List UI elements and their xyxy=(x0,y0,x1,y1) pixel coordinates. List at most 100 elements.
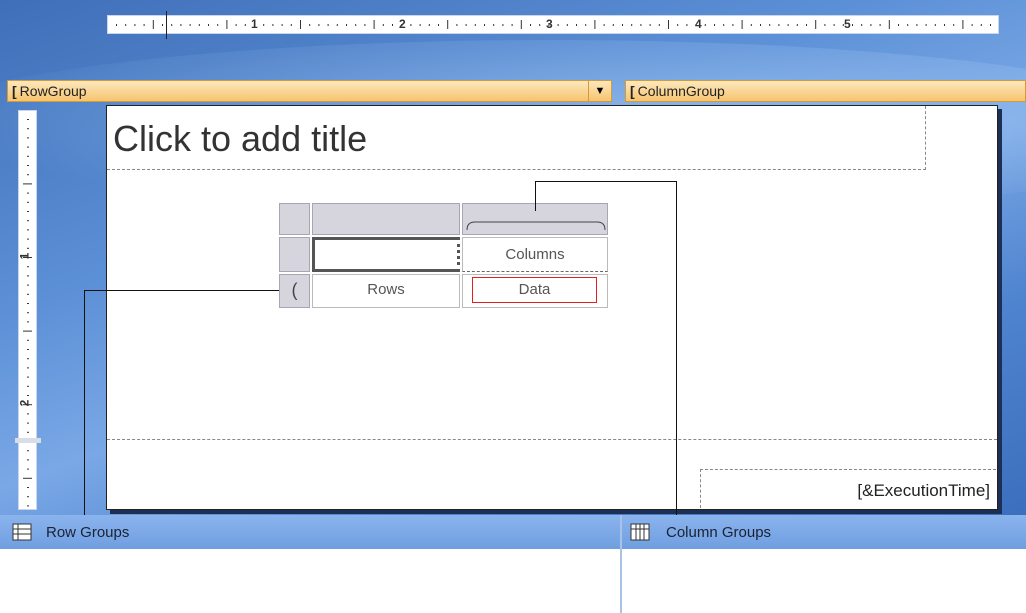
ruler-tick xyxy=(23,477,32,479)
ruler-tick xyxy=(318,24,320,26)
ruler-tick xyxy=(263,24,265,26)
ruler-number-4: 4 xyxy=(695,17,702,31)
ruler-tick xyxy=(474,24,476,26)
ruler-tick xyxy=(27,146,29,148)
grouping-pane: Row Groups Column Groups xyxy=(0,515,1026,613)
columns-cell[interactable]: Columns xyxy=(462,237,608,272)
ruler-tick xyxy=(520,20,522,29)
ruler-tick xyxy=(27,395,29,396)
row-group-connector-h xyxy=(84,290,279,291)
ruler-tick xyxy=(934,24,936,26)
ruler-tick xyxy=(428,24,430,26)
column-groups-title: Column Groups xyxy=(666,524,772,541)
ruler-tick xyxy=(27,174,29,176)
ruler-tick xyxy=(281,24,283,26)
ruler-tick xyxy=(27,496,29,498)
ruler-tick xyxy=(235,24,237,26)
ruler-tick xyxy=(171,24,173,26)
ruler-tick xyxy=(723,24,725,26)
ruler-tick xyxy=(778,24,780,26)
title-textbox[interactable]: Click to add title xyxy=(107,106,926,170)
ruler-tick xyxy=(125,24,127,26)
group-bracket-icon: [ xyxy=(630,83,635,99)
matrix-corner-cell[interactable] xyxy=(312,237,460,272)
row-handle[interactable] xyxy=(279,237,310,272)
ruler-tick xyxy=(189,24,191,26)
ruler-tick xyxy=(23,183,32,185)
ruler-tick xyxy=(677,24,679,26)
row-group-bracket-icon[interactable]: ( xyxy=(279,274,310,308)
column-group-item[interactable]: [ColumnGroup xyxy=(625,80,1026,102)
ruler-tick xyxy=(27,367,29,369)
ruler-tick xyxy=(27,303,29,304)
data-cell[interactable]: Data xyxy=(462,274,608,308)
column-group-connector-h xyxy=(535,181,677,182)
ruler-tick xyxy=(585,24,587,26)
pane-divider[interactable] xyxy=(620,515,622,613)
ruler-tick xyxy=(419,24,421,26)
matrix-corner-handle[interactable] xyxy=(279,203,310,235)
column-group-name: ColumnGroup xyxy=(637,83,725,99)
ruler-tick xyxy=(198,24,200,26)
report-page[interactable]: Click to add title ( Columns Rows Data [… xyxy=(106,105,998,510)
column-handle[interactable] xyxy=(312,203,460,235)
ruler-tick xyxy=(741,20,743,29)
ruler-tick xyxy=(300,20,301,29)
ruler-tick xyxy=(27,487,29,488)
ruler-tick xyxy=(824,24,826,26)
design-surface: 1 2 3 4 5 1 2 Click to add title (Colum… xyxy=(0,0,1026,515)
execution-time-textbox[interactable]: [&ExecutionTime] xyxy=(700,469,996,508)
ruler-tick xyxy=(631,24,633,26)
ruler-tick xyxy=(27,339,29,341)
ruler-tick xyxy=(502,24,504,26)
ruler-tick xyxy=(27,165,29,166)
matrix-tablix[interactable]: ( Columns Rows Data xyxy=(279,203,609,311)
ruler-tick xyxy=(27,431,29,433)
ruler-tick xyxy=(539,24,541,26)
ruler-tick xyxy=(27,128,29,130)
ruler-tick xyxy=(27,293,29,295)
ruler-tick xyxy=(861,24,863,26)
vertical-ruler-ticks xyxy=(23,119,32,507)
ruler-tick xyxy=(27,459,29,461)
ruler-tick xyxy=(152,20,154,29)
ruler-tick xyxy=(447,20,449,29)
row-group-label: [RowGroup xyxy=(12,83,87,99)
ruler-tick xyxy=(557,24,559,26)
ruler-tick xyxy=(134,24,136,26)
ruler-tick xyxy=(640,24,642,26)
ruler-tick xyxy=(769,24,771,26)
chevron-down-icon[interactable]: ▼ xyxy=(588,81,611,101)
ruler-position-marker xyxy=(166,11,167,39)
rows-cell[interactable]: Rows xyxy=(312,274,460,308)
ruler-tick xyxy=(796,24,798,26)
ruler-tick xyxy=(750,24,752,26)
ruler-tick xyxy=(27,413,29,415)
ruler-tick xyxy=(272,24,274,26)
column-group-connector-v1 xyxy=(535,181,536,211)
ruler-tick xyxy=(27,238,29,240)
ruler-tick xyxy=(806,24,807,26)
ruler-tick xyxy=(180,24,182,26)
ruler-tick xyxy=(336,24,338,26)
row-groups-header: Row Groups xyxy=(0,515,620,549)
vertical-ruler: 1 2 xyxy=(15,110,41,510)
ruler-tick xyxy=(27,220,29,222)
horizontal-ruler: 1 2 3 4 5 xyxy=(107,11,999,39)
column-group-label: [ColumnGroup xyxy=(630,83,725,99)
ruler-tick xyxy=(511,24,513,26)
ruler-tick xyxy=(622,24,623,26)
row-group-item[interactable]: [RowGroup ▼ xyxy=(7,80,612,102)
ruler-tick xyxy=(658,24,660,26)
ruler-tick xyxy=(27,505,29,507)
ruler-tick xyxy=(27,266,29,268)
title-placeholder: Click to add title xyxy=(113,118,368,159)
ruler-tick xyxy=(576,24,577,26)
ruler-tick xyxy=(116,24,117,26)
ruler-tick xyxy=(870,24,872,26)
ruler-tick xyxy=(971,24,973,26)
ruler-tick xyxy=(990,24,991,26)
ruler-number-3: 3 xyxy=(546,17,553,31)
ruler-tick xyxy=(438,24,439,26)
ruler-tick xyxy=(879,24,881,26)
